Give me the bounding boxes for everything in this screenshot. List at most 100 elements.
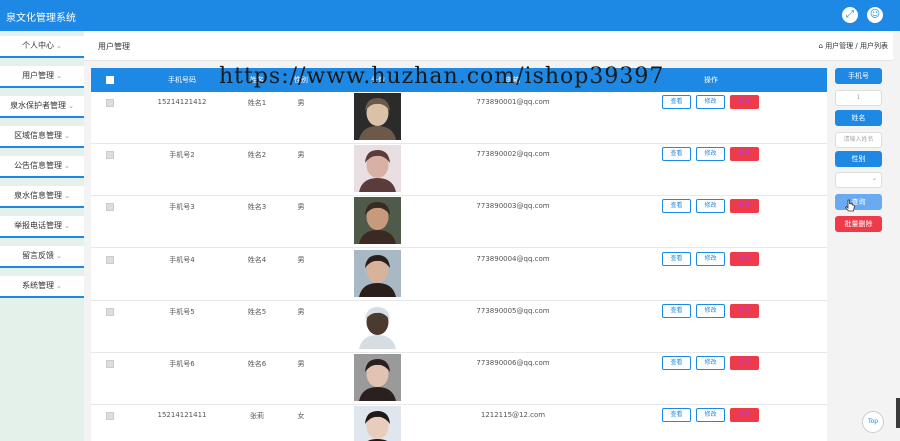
delete-button[interactable]: 删除 <box>730 408 759 423</box>
header-actions: 操作 <box>704 76 718 84</box>
sidebar-item-region-info[interactable]: 区域信息管理 ⌄ <box>0 126 84 148</box>
avatar-photo <box>354 354 401 401</box>
sidebar-item-system-management[interactable]: 系统管理 ⌄ <box>0 276 84 298</box>
page-title: 用户管理 <box>98 42 130 51</box>
row-checkbox[interactable] <box>106 307 114 316</box>
cell-gender: 男 <box>297 307 305 316</box>
edit-button[interactable]: 修改 <box>696 147 725 162</box>
view-button[interactable]: 查看 <box>662 356 691 370</box>
row-checkbox[interactable] <box>106 203 114 212</box>
phone-search-input[interactable]: 1 <box>835 90 882 106</box>
sidebar-item-spring-info[interactable]: 泉水信息管理 ⌄ <box>0 186 84 208</box>
mouse-cursor-icon <box>845 199 855 212</box>
table-row: 15214121411 张莉 女 1212115@12.com 查看 修改 删除 <box>91 405 827 441</box>
user-table: 手机号码 姓名 性别 头像 邮箱 操作 15214121412 姓名1 男 77389… <box>91 68 827 441</box>
view-button[interactable]: 查看 <box>662 199 691 214</box>
cell-phone: 15214121411 <box>157 411 207 420</box>
user-icon[interactable]: ☺ <box>867 7 883 23</box>
avatar-photo <box>354 93 401 140</box>
chevron-down-icon: ⌄ <box>56 72 62 80</box>
delete-button[interactable]: 删除 <box>730 199 759 214</box>
delete-button[interactable]: 删除 <box>730 251 759 266</box>
sidebar-item-label: 系统管理 <box>22 281 55 290</box>
view-button[interactable]: 查看 <box>662 303 691 318</box>
cell-email: 1212115@12.com <box>480 411 546 420</box>
cell-phone: 手机号4 <box>169 255 195 264</box>
chevron-down-icon: ⌄ <box>64 162 70 170</box>
edit-button[interactable]: 修改 <box>696 303 725 318</box>
delete-button[interactable]: 删除 <box>730 356 759 370</box>
sidebar-item-label: 公告信息管理 <box>14 161 63 170</box>
sidebar-item-personal-center[interactable]: 个人中心 ⌄ <box>0 36 84 58</box>
row-checkbox[interactable] <box>106 255 114 264</box>
sidebar-item-label: 留言反馈 <box>22 251 55 260</box>
avatar <box>354 197 401 245</box>
breadcrumb-path[interactable]: 用户管理 / 用户列表 <box>825 42 888 50</box>
app-title: 泉文化管理系统 <box>6 13 76 24</box>
fullscreen-icon[interactable]: ⤢ <box>842 7 858 23</box>
sidebar-item-notice-info[interactable]: 公告信息管理 ⌄ <box>0 156 84 178</box>
row-checkbox[interactable] <box>106 151 114 160</box>
top-bar: 泉文化管理系统 ⤢ ☺ <box>0 0 900 31</box>
view-button[interactable]: 查看 <box>662 251 691 266</box>
edit-button[interactable]: 修改 <box>696 199 725 214</box>
avatar <box>354 406 401 441</box>
avatar-photo <box>354 249 401 297</box>
chevron-down-icon: ⌄ <box>64 132 70 140</box>
cell-gender: 男 <box>297 203 305 212</box>
chevron-down-icon: ⌄ <box>56 282 62 290</box>
edit-button[interactable]: 修改 <box>696 251 725 266</box>
delete-button[interactable]: 删除 <box>730 147 759 162</box>
home-icon[interactable]: ⌂ <box>819 42 823 50</box>
chevron-down-icon: ⌄ <box>68 102 74 110</box>
header-phone[interactable]: 手机号码 <box>168 75 196 85</box>
row-checkbox[interactable] <box>106 412 114 421</box>
row-checkbox[interactable] <box>106 99 114 107</box>
sidebar-item-label: 用户管理 <box>22 71 55 80</box>
name-label: 姓名 <box>835 110 882 126</box>
cell-email: 773890006@qq.com <box>476 359 550 367</box>
sidebar-item-protector-management[interactable]: 泉水保护者管理 ⌄ <box>0 96 84 118</box>
table-row: 手机号2 姓名2 男 773890002@qq.com 查看 修改 删除 <box>91 144 827 197</box>
scroll-top-button[interactable]: Top <box>862 411 884 433</box>
cell-name: 张莉 <box>250 412 264 421</box>
cell-name: 姓名5 <box>247 307 267 316</box>
cell-name: 姓名3 <box>247 203 267 212</box>
cell-gender: 男 <box>297 360 305 368</box>
view-button[interactable]: 查看 <box>662 95 691 109</box>
delete-button[interactable]: 删除 <box>730 303 759 318</box>
edit-button[interactable]: 修改 <box>696 356 725 370</box>
delete-button[interactable]: 删除 <box>730 95 759 109</box>
avatar <box>354 93 401 140</box>
row-checkbox[interactable] <box>106 360 114 368</box>
right-gutter <box>893 31 900 441</box>
gender-label: 性别 <box>835 151 882 167</box>
edit-button[interactable]: 修改 <box>696 408 725 423</box>
avatar-photo <box>354 197 401 245</box>
view-button[interactable]: 查看 <box>662 408 691 423</box>
scrollbar[interactable] <box>896 398 900 428</box>
cell-phone: 手机号5 <box>169 307 195 316</box>
sidebar-item-label: 泉水保护者管理 <box>10 101 67 110</box>
select-all-checkbox[interactable] <box>106 76 114 84</box>
sidebar-item-label: 泉水信息管理 <box>14 191 63 200</box>
cell-phone: 手机号2 <box>169 151 195 160</box>
cell-gender: 男 <box>297 255 305 264</box>
edit-button[interactable]: 修改 <box>696 95 725 109</box>
sidebar-item-label: 个人中心 <box>22 41 55 50</box>
avatar <box>354 354 401 401</box>
batch-delete-button[interactable]: 批量删除 <box>835 216 882 232</box>
avatar <box>354 145 401 193</box>
query-button[interactable]: 查询 <box>835 194 882 210</box>
cell-gender: 男 <box>297 99 305 107</box>
chevron-down-icon: ⌄ <box>56 252 62 260</box>
sidebar-item-report-phone[interactable]: 举报电话管理 ⌄ <box>0 216 84 238</box>
name-search-input[interactable]: 请输入姓名 <box>835 132 882 148</box>
gender-select[interactable]: ⌄ <box>835 172 882 188</box>
cell-name: 姓名4 <box>247 255 267 264</box>
cell-phone: 手机号3 <box>169 203 195 212</box>
sidebar-item-feedback[interactable]: 留言反馈 ⌄ <box>0 246 84 268</box>
view-button[interactable]: 查看 <box>662 147 691 162</box>
chevron-down-icon: ⌄ <box>56 42 62 50</box>
sidebar-item-user-management[interactable]: 用户管理 ⌄ <box>0 66 84 88</box>
